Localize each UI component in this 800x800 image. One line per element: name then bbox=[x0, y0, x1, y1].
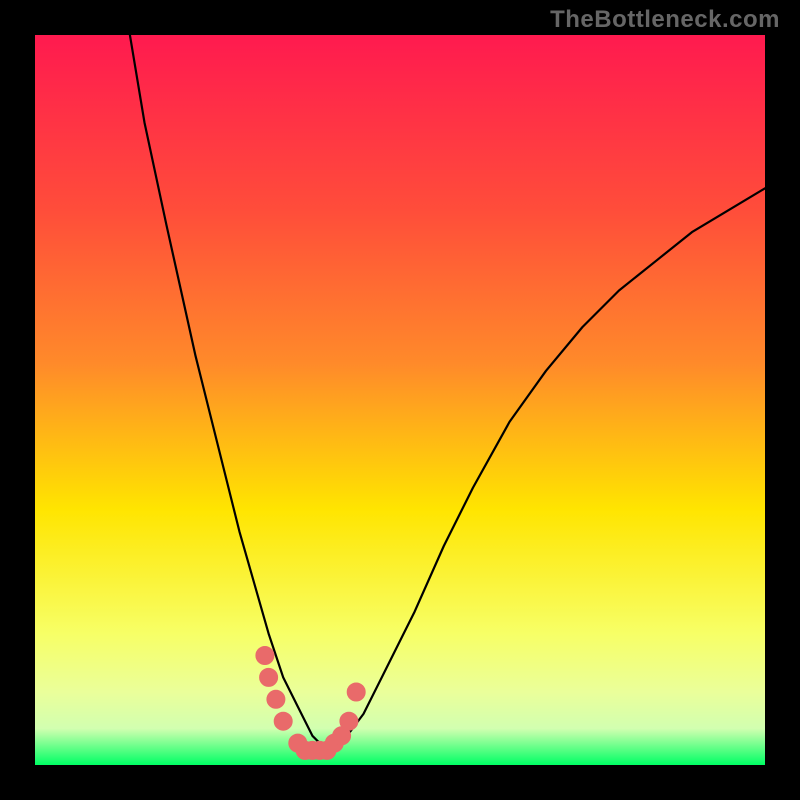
marker-dot bbox=[274, 712, 292, 730]
marker-dot bbox=[260, 668, 278, 686]
chart-container: TheBottleneck.com bbox=[0, 0, 800, 800]
bottleneck-curve bbox=[130, 35, 765, 750]
marker-dot bbox=[256, 647, 274, 665]
marker-dot bbox=[267, 690, 285, 708]
plot-area bbox=[35, 35, 765, 765]
chart-svg bbox=[35, 35, 765, 765]
highlight-markers bbox=[256, 647, 365, 760]
marker-dot bbox=[347, 683, 365, 701]
watermark-text: TheBottleneck.com bbox=[550, 6, 780, 34]
marker-dot bbox=[340, 712, 358, 730]
